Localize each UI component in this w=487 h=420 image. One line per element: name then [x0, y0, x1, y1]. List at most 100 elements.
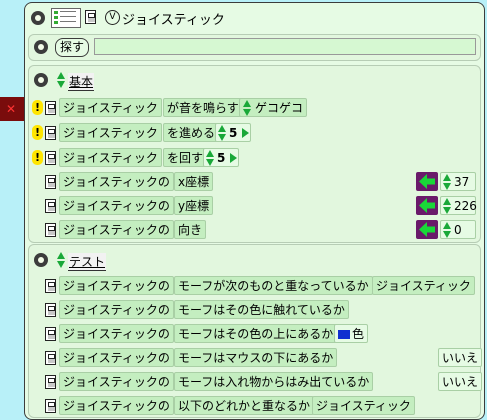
menu-v-label: V [109, 12, 116, 22]
forward-amount-tile[interactable]: 5 [215, 123, 251, 142]
heading-value-readout[interactable]: 0 [440, 220, 476, 239]
updown-icon[interactable] [443, 174, 451, 190]
sound-param-tile[interactable]: ゲコゲコ [239, 98, 308, 117]
category-basic-label[interactable]: 基本 [68, 73, 95, 91]
calculator-icon[interactable] [45, 351, 56, 365]
tile-property-label: モーフは入れ物からはみ出ているか [178, 375, 370, 389]
tile-subject[interactable]: ジョイスティック [59, 148, 162, 167]
tile-verb[interactable]: を進める [163, 123, 220, 142]
exclamation-icon[interactable]: ! [32, 150, 43, 165]
tile-property-label: y座標 [178, 199, 210, 213]
search-input[interactable] [94, 38, 476, 55]
turn-amount-tile[interactable]: 5 [203, 148, 239, 167]
color-arg-tile[interactable]: 色 [334, 324, 369, 343]
tile-property-label: モーフはマウスの下にあるか [178, 351, 334, 365]
y-value-readout[interactable]: 226 [440, 196, 477, 215]
category-basic: 基本 ! ジョイスティック が音を鳴らす ゲコゲコ ! ジョイスティック を進め… [28, 65, 481, 243]
heading-value: 0 [454, 223, 462, 237]
set-value-arrow-icon[interactable] [416, 172, 438, 191]
category-updown-icon[interactable] [57, 72, 65, 88]
set-value-arrow-icon[interactable] [416, 220, 438, 239]
tile-subject[interactable]: ジョイスティック [59, 98, 162, 117]
tile-subject-label: ジョイスティックの [63, 375, 170, 389]
calculator-icon[interactable] [85, 10, 96, 24]
tile-property[interactable]: y座標 [174, 196, 214, 215]
tile-subject[interactable]: ジョイスティックの [59, 348, 174, 367]
search-button[interactable]: 探す [55, 38, 90, 57]
calculator-icon[interactable] [45, 199, 56, 213]
updown-icon[interactable] [443, 198, 451, 214]
calculator-icon[interactable] [45, 375, 56, 389]
tile-subject[interactable]: ジョイスティックの [59, 276, 174, 295]
category-test-label[interactable]: テスト [68, 253, 107, 271]
tile-subject-label: ジョイスティックの [63, 175, 170, 189]
object-viewer: V ジョイスティック 探す 基本 ! ジョイスティック が音を鳴らす ゲコゲコ … [24, 2, 485, 420]
target-object-tile[interactable]: ジョイスティック [312, 396, 415, 415]
tile-subject-label: ジョイスティックの [63, 199, 170, 213]
color-swatch[interactable] [338, 330, 350, 339]
tile-subject[interactable]: ジョイスティック [59, 123, 162, 142]
search-button-label: 探す [60, 40, 85, 54]
calculator-icon[interactable] [45, 101, 56, 115]
search-row-menu-button[interactable] [34, 40, 48, 54]
tile-property-label: モーフはその色の上にあるか [178, 327, 334, 341]
tile-subject[interactable]: ジョイスティックの [59, 220, 174, 239]
category-test: テスト ジョイスティックの モーフが次のものと重なっているか ジョイスティック … [28, 244, 483, 418]
exclamation-icon[interactable]: ! [32, 125, 43, 140]
calculator-icon[interactable] [45, 126, 56, 140]
category-test-menu-button[interactable] [34, 253, 48, 267]
updown-icon[interactable] [243, 100, 251, 116]
tile-property[interactable]: モーフはマウスの下にあるか [174, 348, 338, 367]
updown-icon[interactable] [206, 150, 214, 166]
viewer-menu-button[interactable] [31, 11, 45, 25]
updown-icon[interactable] [443, 222, 451, 238]
calculator-icon[interactable] [45, 175, 56, 189]
play-arrow-icon[interactable] [230, 153, 237, 163]
thumbnail-icon [51, 8, 81, 28]
play-arrow-icon[interactable] [242, 128, 249, 138]
result-readout: いいえ [438, 348, 483, 367]
target-object-tile[interactable]: ジョイスティック [372, 276, 475, 295]
tile-property[interactable]: モーフはその色に触れているか [174, 300, 349, 319]
x-value: 37 [454, 175, 470, 189]
tile-property[interactable]: モーフは入れ物からはみ出ているか [174, 372, 374, 391]
tile-verb-label: を進める [167, 126, 216, 140]
forward-amount-value: 5 [229, 126, 238, 140]
tile-verb[interactable]: が音を鳴らす [163, 98, 243, 117]
category-basic-menu-button[interactable] [34, 73, 48, 87]
calculator-icon[interactable] [45, 399, 56, 413]
menu-v-button[interactable]: V [105, 10, 120, 25]
category-updown-icon[interactable] [57, 252, 65, 268]
tile-verb-label: を回す [167, 151, 204, 165]
tile-subject[interactable]: ジョイスティックの [59, 372, 174, 391]
search-row: 探す [28, 34, 481, 61]
calculator-icon[interactable] [45, 151, 56, 165]
viewer-header: V ジョイスティック [25, 7, 484, 29]
tile-property[interactable]: 以下のどれかと重なるか [174, 396, 315, 415]
tile-subject[interactable]: ジョイスティックの [59, 324, 174, 343]
x-value-readout[interactable]: 37 [440, 172, 476, 191]
tile-verb[interactable]: を回す [163, 148, 208, 167]
result-readout: いいえ [438, 372, 483, 391]
calculator-icon[interactable] [45, 327, 56, 341]
tile-subject[interactable]: ジョイスティックの [59, 300, 174, 319]
exclamation-icon[interactable]: ! [32, 100, 43, 115]
calculator-icon[interactable] [45, 279, 56, 293]
tile-property[interactable]: モーフが次のものと重なっているか [174, 276, 373, 295]
target-object-label: ジョイスティック [376, 279, 471, 293]
tile-property[interactable]: 向き [174, 220, 207, 239]
tile-subject[interactable]: ジョイスティックの [59, 396, 174, 415]
set-value-arrow-icon[interactable] [416, 196, 438, 215]
tile-subject-label: ジョイスティック [63, 151, 158, 165]
calculator-icon[interactable] [45, 303, 56, 317]
tile-property[interactable]: x座標 [174, 172, 214, 191]
tile-subject[interactable]: ジョイスティックの [59, 196, 174, 215]
tile-verb-label: が音を鳴らす [167, 101, 239, 115]
tile-subject-label: ジョイスティック [63, 101, 158, 115]
tile-subject[interactable]: ジョイスティックの [59, 172, 174, 191]
tile-subject-label: ジョイスティックの [63, 223, 170, 237]
tile-property[interactable]: モーフはその色の上にあるか [174, 324, 338, 343]
calculator-icon[interactable] [45, 223, 56, 237]
color-arg-label: 色 [352, 327, 365, 341]
updown-icon[interactable] [218, 125, 226, 141]
